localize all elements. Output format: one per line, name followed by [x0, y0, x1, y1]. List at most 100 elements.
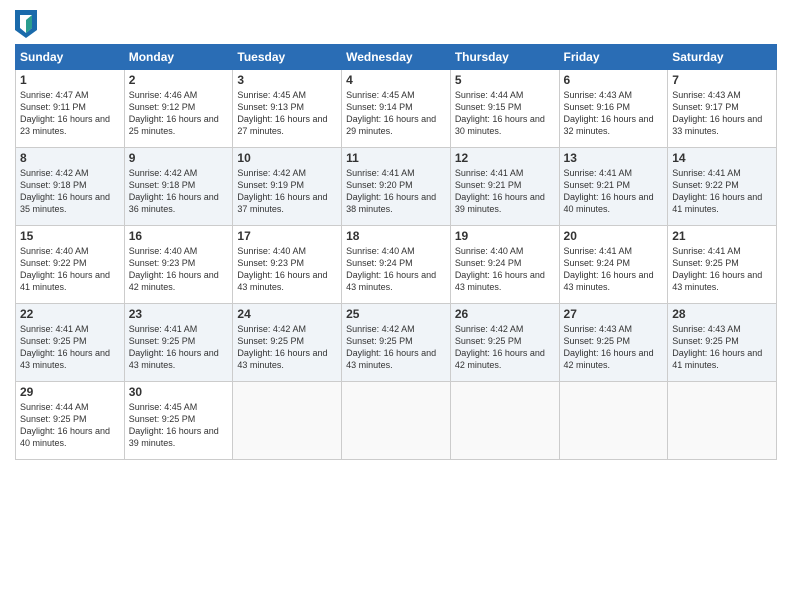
logo-icon [15, 10, 37, 38]
day-number: 25 [346, 307, 446, 321]
calendar-week-2: 8 Sunrise: 4:42 AMSunset: 9:18 PMDaylight… [16, 148, 777, 226]
day-number: 17 [237, 229, 337, 243]
calendar-cell: 24Sunrise: 4:42 AMSunset: 9:25 PMDayligh… [233, 304, 342, 382]
day-number: 29 [20, 385, 120, 399]
day-info: Sunrise: 4:46 AMSunset: 9:12 PMDaylight:… [129, 89, 229, 138]
col-tuesday: Tuesday [233, 45, 342, 70]
day-info: Sunrise: 4:41 AMSunset: 9:25 PMDaylight:… [20, 323, 120, 372]
calendar-cell: 21 Sunrise: 4:41 AMSunset: 9:25 PMDayligh… [668, 226, 777, 304]
day-info: Sunrise: 4:43 AMSunset: 9:25 PMDaylight:… [564, 323, 664, 372]
calendar-cell: 18 Sunrise: 4:40 AMSunset: 9:24 PMDayligh… [342, 226, 451, 304]
col-wednesday: Wednesday [342, 45, 451, 70]
day-number: 22 [20, 307, 120, 321]
day-number: 28 [672, 307, 772, 321]
calendar-cell: 10 Sunrise: 4:42 AMSunset: 9:19 PMDayligh… [233, 148, 342, 226]
day-number: 18 [346, 229, 446, 243]
calendar-cell: 20 Sunrise: 4:41 AMSunset: 9:24 PMDayligh… [559, 226, 668, 304]
logo [15, 10, 40, 38]
day-info: Sunrise: 4:42 AMSunset: 9:25 PMDaylight:… [346, 323, 446, 372]
calendar-cell: 5 Sunrise: 4:44 AMSunset: 9:15 PMDaylight… [450, 70, 559, 148]
calendar-cell: 6 Sunrise: 4:43 AMSunset: 9:16 PMDaylight… [559, 70, 668, 148]
calendar-cell: 22 Sunrise: 4:41 AMSunset: 9:25 PMDayligh… [16, 304, 125, 382]
calendar-cell: 12Sunrise: 4:41 AMSunset: 9:21 PMDayligh… [450, 148, 559, 226]
day-info: Sunrise: 4:47 AMSunset: 9:11 PMDaylight:… [20, 89, 120, 138]
calendar-week-3: 15Sunrise: 4:40 AMSunset: 9:22 PMDayligh… [16, 226, 777, 304]
day-info: Sunrise: 4:42 AMSunset: 9:18 PMDaylight:… [129, 167, 229, 216]
calendar-cell: 16 Sunrise: 4:40 AMSunset: 9:23 PMDayligh… [124, 226, 233, 304]
day-number: 30 [129, 385, 229, 399]
day-info: Sunrise: 4:40 AMSunset: 9:23 PMDaylight:… [237, 245, 337, 294]
day-number: 13 [564, 151, 664, 165]
day-number: 10 [237, 151, 337, 165]
col-monday: Monday [124, 45, 233, 70]
calendar-week-5: 29Sunrise: 4:44 AMSunset: 9:25 PMDayligh… [16, 382, 777, 460]
day-info: Sunrise: 4:43 AMSunset: 9:16 PMDaylight:… [564, 89, 664, 138]
calendar-cell [342, 382, 451, 460]
day-info: Sunrise: 4:43 AMSunset: 9:17 PMDaylight:… [672, 89, 772, 138]
day-number: 1 [20, 73, 120, 87]
day-info: Sunrise: 4:44 AMSunset: 9:15 PMDaylight:… [455, 89, 555, 138]
day-info: Sunrise: 4:45 AMSunset: 9:14 PMDaylight:… [346, 89, 446, 138]
day-info: Sunrise: 4:43 AMSunset: 9:25 PMDaylight:… [672, 323, 772, 372]
day-number: 4 [346, 73, 446, 87]
calendar-cell: 27 Sunrise: 4:43 AMSunset: 9:25 PMDayligh… [559, 304, 668, 382]
day-number: 20 [564, 229, 664, 243]
day-info: Sunrise: 4:45 AMSunset: 9:25 PMDaylight:… [129, 401, 229, 450]
day-info: Sunrise: 4:42 AMSunset: 9:19 PMDaylight:… [237, 167, 337, 216]
calendar-cell [668, 382, 777, 460]
day-info: Sunrise: 4:41 AMSunset: 9:22 PMDaylight:… [672, 167, 772, 216]
day-number: 14 [672, 151, 772, 165]
day-number: 19 [455, 229, 555, 243]
calendar-cell: 1 Sunrise: 4:47 AMSunset: 9:11 PMDaylight… [16, 70, 125, 148]
day-info: Sunrise: 4:42 AMSunset: 9:25 PMDaylight:… [455, 323, 555, 372]
day-number: 23 [129, 307, 229, 321]
day-number: 8 [20, 151, 120, 165]
day-info: Sunrise: 4:41 AMSunset: 9:20 PMDaylight:… [346, 167, 446, 216]
calendar-week-4: 22 Sunrise: 4:41 AMSunset: 9:25 PMDayligh… [16, 304, 777, 382]
calendar-week-1: 1 Sunrise: 4:47 AMSunset: 9:11 PMDaylight… [16, 70, 777, 148]
calendar-cell: 13 Sunrise: 4:41 AMSunset: 9:21 PMDayligh… [559, 148, 668, 226]
day-number: 21 [672, 229, 772, 243]
day-number: 27 [564, 307, 664, 321]
day-number: 5 [455, 73, 555, 87]
day-number: 9 [129, 151, 229, 165]
calendar-cell: 15Sunrise: 4:40 AMSunset: 9:22 PMDayligh… [16, 226, 125, 304]
calendar-cell: 7 Sunrise: 4:43 AMSunset: 9:17 PMDaylight… [668, 70, 777, 148]
calendar-cell [233, 382, 342, 460]
day-info: Sunrise: 4:45 AMSunset: 9:13 PMDaylight:… [237, 89, 337, 138]
day-info: Sunrise: 4:41 AMSunset: 9:25 PMDaylight:… [129, 323, 229, 372]
col-saturday: Saturday [668, 45, 777, 70]
day-info: Sunrise: 4:40 AMSunset: 9:24 PMDaylight:… [346, 245, 446, 294]
day-number: 3 [237, 73, 337, 87]
day-number: 24 [237, 307, 337, 321]
calendar-cell: 30 Sunrise: 4:45 AMSunset: 9:25 PMDayligh… [124, 382, 233, 460]
day-number: 6 [564, 73, 664, 87]
calendar-cell: 14 Sunrise: 4:41 AMSunset: 9:22 PMDayligh… [668, 148, 777, 226]
day-info: Sunrise: 4:40 AMSunset: 9:23 PMDaylight:… [129, 245, 229, 294]
calendar-cell: 19 Sunrise: 4:40 AMSunset: 9:24 PMDayligh… [450, 226, 559, 304]
calendar-cell: 28 Sunrise: 4:43 AMSunset: 9:25 PMDayligh… [668, 304, 777, 382]
day-number: 16 [129, 229, 229, 243]
day-info: Sunrise: 4:41 AMSunset: 9:21 PMDaylight:… [564, 167, 664, 216]
day-number: 26 [455, 307, 555, 321]
calendar-cell: 4 Sunrise: 4:45 AMSunset: 9:14 PMDaylight… [342, 70, 451, 148]
day-info: Sunrise: 4:41 AMSunset: 9:24 PMDaylight:… [564, 245, 664, 294]
day-info: Sunrise: 4:42 AMSunset: 9:18 PMDaylight:… [20, 167, 120, 216]
calendar-cell: 3 Sunrise: 4:45 AMSunset: 9:13 PMDaylight… [233, 70, 342, 148]
day-info: Sunrise: 4:41 AMSunset: 9:25 PMDaylight:… [672, 245, 772, 294]
calendar-page: Sunday Monday Tuesday Wednesday Thursday… [0, 0, 792, 612]
calendar-cell [450, 382, 559, 460]
day-number: 7 [672, 73, 772, 87]
calendar-cell: 25 Sunrise: 4:42 AMSunset: 9:25 PMDayligh… [342, 304, 451, 382]
col-friday: Friday [559, 45, 668, 70]
day-number: 11 [346, 151, 446, 165]
day-info: Sunrise: 4:40 AMSunset: 9:22 PMDaylight:… [20, 245, 120, 294]
calendar-cell: 23 Sunrise: 4:41 AMSunset: 9:25 PMDayligh… [124, 304, 233, 382]
calendar-cell: 2Sunrise: 4:46 AMSunset: 9:12 PMDaylight… [124, 70, 233, 148]
col-sunday: Sunday [16, 45, 125, 70]
calendar-cell: 17 Sunrise: 4:40 AMSunset: 9:23 PMDayligh… [233, 226, 342, 304]
calendar-cell: 9 Sunrise: 4:42 AMSunset: 9:18 PMDaylight… [124, 148, 233, 226]
calendar-table: Sunday Monday Tuesday Wednesday Thursday… [15, 44, 777, 460]
calendar-cell: 8 Sunrise: 4:42 AMSunset: 9:18 PMDaylight… [16, 148, 125, 226]
day-info: Sunrise: 4:40 AMSunset: 9:24 PMDaylight:… [455, 245, 555, 294]
